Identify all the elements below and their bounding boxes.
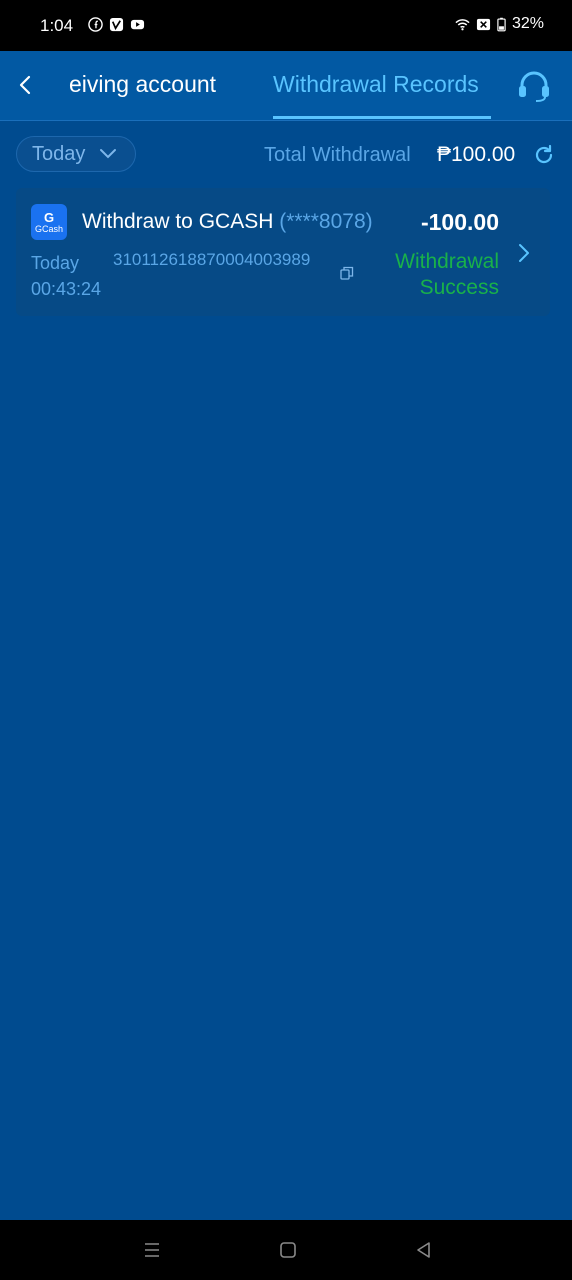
record-transaction-id: 3101126188700040039​89 xyxy=(113,250,311,269)
headset-icon[interactable] xyxy=(516,69,552,103)
record-time: 00:43:24 xyxy=(31,279,102,299)
record-status: Withdrawal Success xyxy=(395,249,499,301)
system-icons: 32% xyxy=(455,15,544,33)
filter-row: Today Total Withdrawal ₱100.00 xyxy=(0,136,572,176)
gcash-logo-mark: G xyxy=(43,209,55,225)
record-title: Withdraw to GCASH (****8078) xyxy=(82,210,373,234)
record-date: Today xyxy=(31,253,80,273)
copy-icon[interactable] xyxy=(340,266,354,280)
refresh-icon[interactable] xyxy=(533,144,555,166)
header: eiving account Withdrawal Records xyxy=(0,51,572,121)
chevron-down-icon xyxy=(100,149,117,159)
record-title-text: Withdraw to GCASH xyxy=(82,210,280,233)
gcash-logo-text: GCash xyxy=(34,223,63,234)
record-amount: -100.00 xyxy=(420,209,499,235)
battery-percent: 32% xyxy=(511,15,544,32)
youtube-icon xyxy=(130,19,145,30)
gcash-logo-icon: G GCash xyxy=(31,204,67,240)
record-datetime: Today 00:43:24 xyxy=(31,250,101,302)
system-navigation-bar xyxy=(0,1220,572,1280)
menu-icon[interactable] xyxy=(140,1238,164,1262)
chevron-left-icon[interactable] xyxy=(12,71,40,99)
record-status-line2: Success xyxy=(419,276,499,299)
status-bar: 1:04 32% xyxy=(0,0,572,51)
withdrawal-record-card[interactable]: G GCash Withdraw to GCASH (****8078) -10… xyxy=(16,188,550,316)
vimeo-icon xyxy=(109,17,124,32)
facebook-icon xyxy=(88,17,103,32)
active-tab-indicator xyxy=(273,116,491,119)
date-filter-label: Today xyxy=(32,142,86,165)
record-status-line1: Withdrawal xyxy=(395,250,499,273)
record-masked-account: (****8078) xyxy=(279,210,373,233)
status-time: 1:04 xyxy=(40,16,74,35)
date-filter-dropdown[interactable]: Today xyxy=(16,136,136,172)
battery-icon xyxy=(497,17,506,31)
home-icon[interactable] xyxy=(276,1238,300,1262)
sim-off-icon xyxy=(476,18,491,30)
wifi-icon xyxy=(455,18,470,30)
total-withdrawal-value: ₱100.00 xyxy=(437,143,516,166)
chevron-right-icon xyxy=(519,244,529,262)
total-withdrawal-label: Total Withdrawal xyxy=(264,144,411,166)
tab-receiving-account[interactable]: eiving account xyxy=(69,71,216,98)
notification-icons xyxy=(88,17,145,32)
tab-withdrawal-records[interactable]: Withdrawal Records xyxy=(273,71,479,98)
back-triangle-icon[interactable] xyxy=(412,1238,436,1262)
